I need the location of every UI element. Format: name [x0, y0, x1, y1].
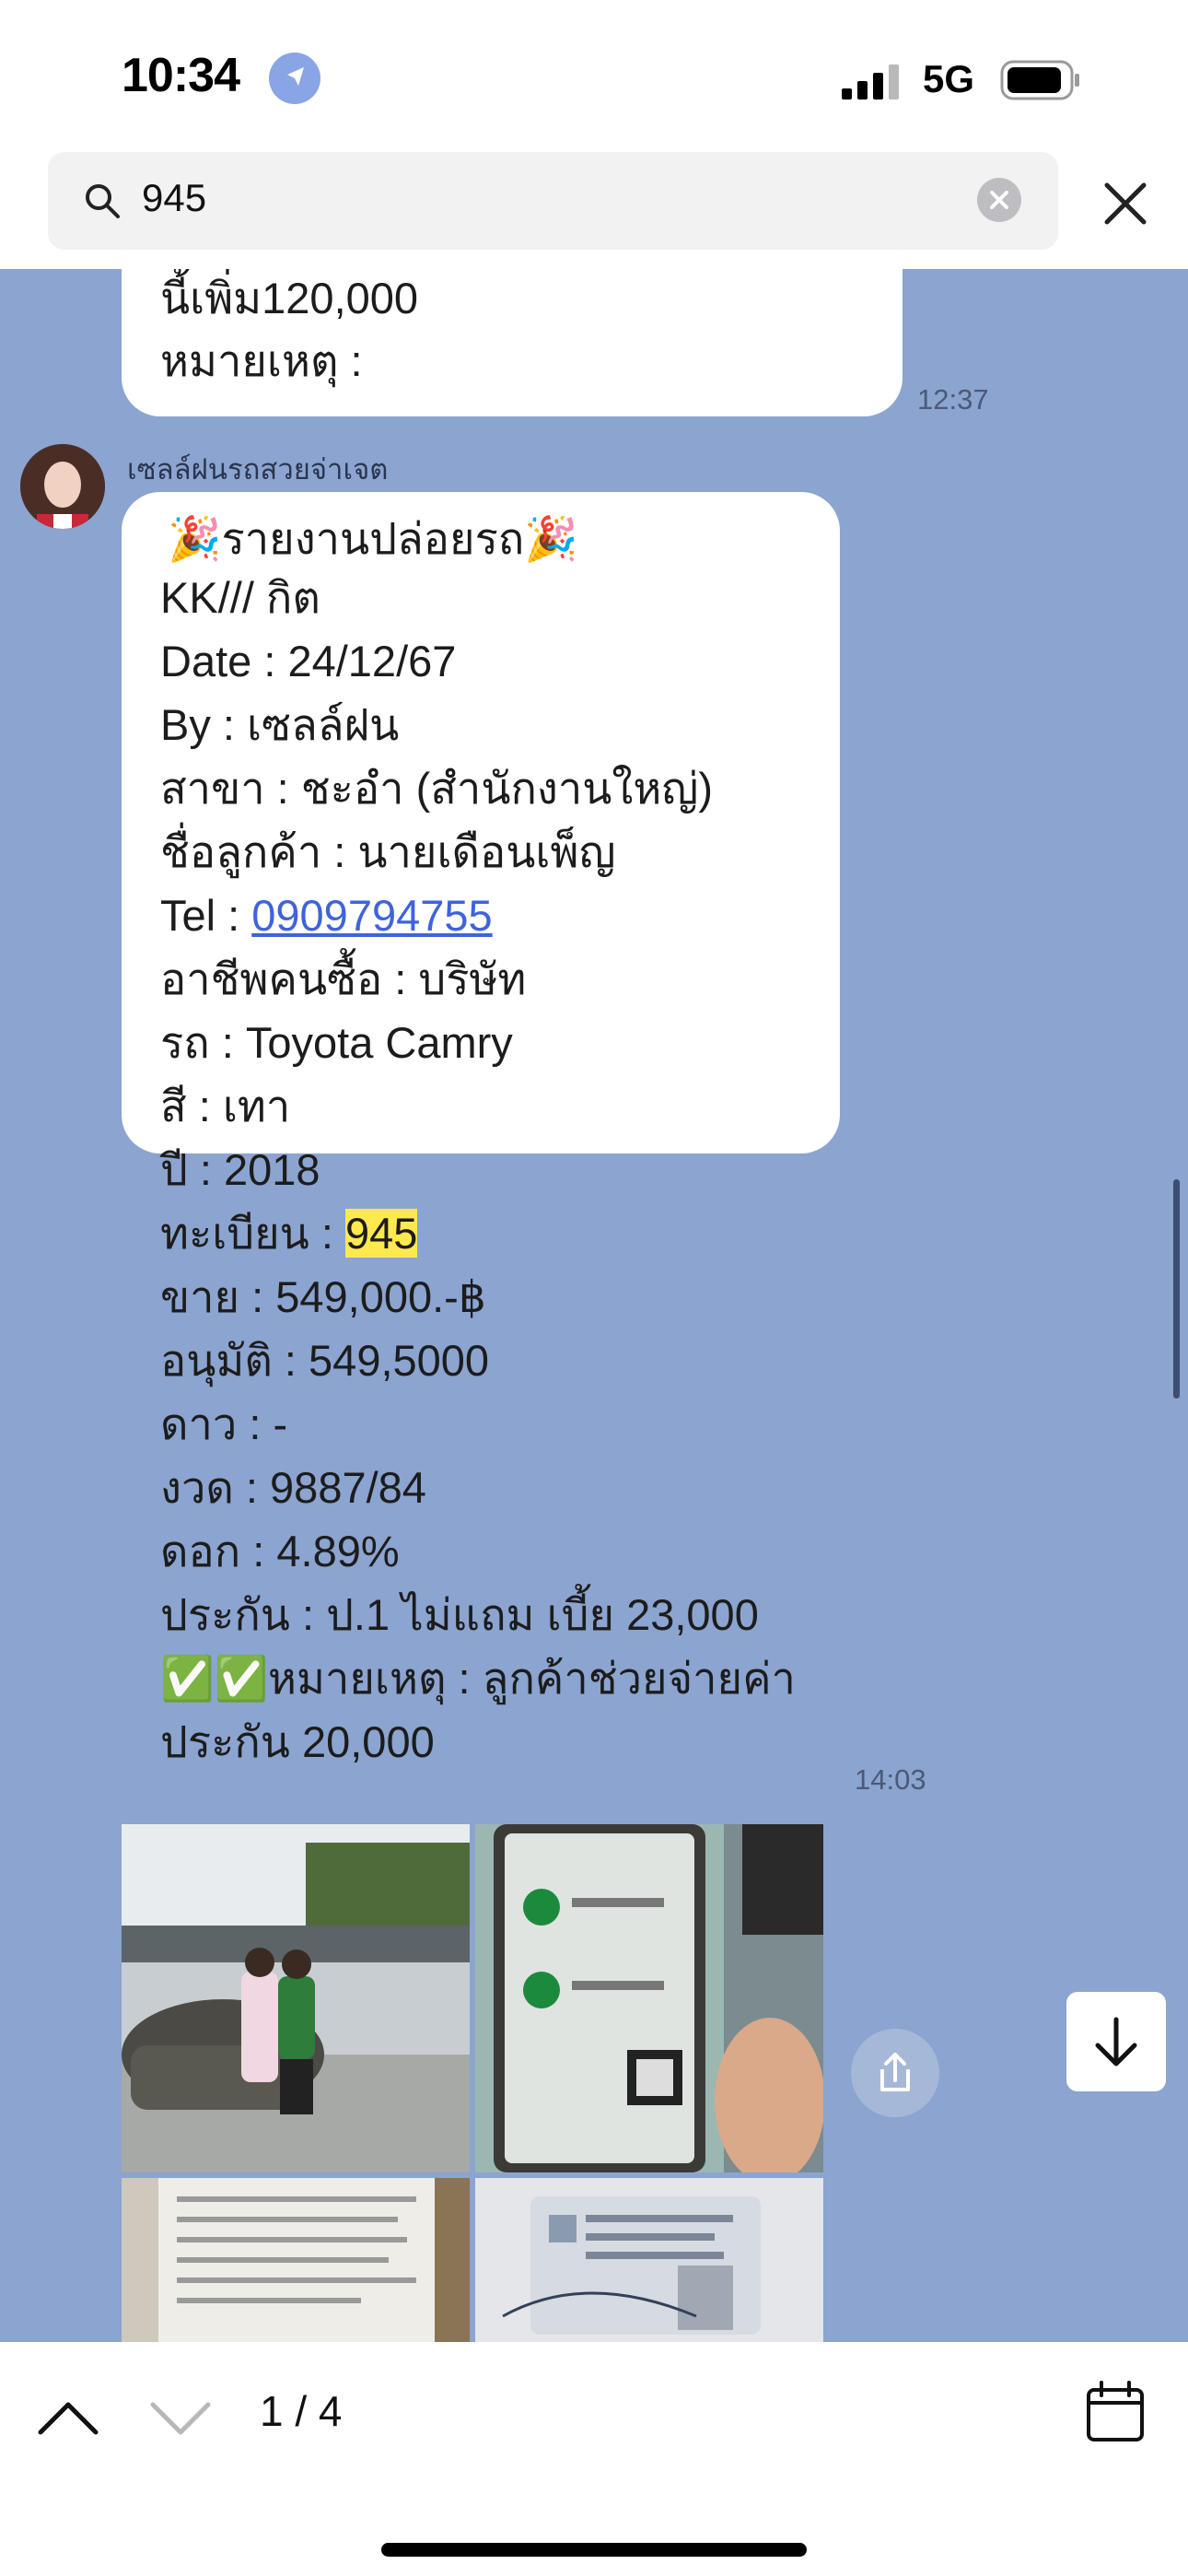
- close-icon[interactable]: [1098, 176, 1153, 231]
- status-bar: 10:34 5G: [0, 0, 1188, 152]
- report-line: ✅✅หมายเหตุ : ลูกค้าช่วยจ่ายค่า: [160, 1654, 796, 1703]
- report-line: ประกัน 20,000: [160, 1717, 435, 1766]
- message-text: หมายเหตุ :: [160, 336, 363, 385]
- search-icon: [86, 184, 120, 218]
- arrow-down-icon: [1095, 2017, 1137, 2067]
- location-arrow-icon: [269, 53, 320, 104]
- chevron-up-icon[interactable]: [35, 2395, 101, 2440]
- result-counter: 1 / 4: [260, 2387, 343, 2435]
- avatar[interactable]: [20, 444, 105, 529]
- phone-link[interactable]: 0909794755: [251, 891, 492, 940]
- report-line: ประกัน : ป.1 ไม่แถม เบี้ย 23,000: [160, 1590, 759, 1639]
- message-bubble[interactable]: นี้เพิ่ม120,000 หมายเหตุ :: [122, 269, 903, 416]
- photo-car-delivery[interactable]: [122, 1824, 470, 2172]
- report-line: รถ : Toyota Camry: [160, 1018, 513, 1067]
- report-line: งวด : 9887/84: [160, 1463, 426, 1512]
- report-line-plate: ทะเบียน : 945: [160, 1207, 418, 1260]
- scrollbar[interactable]: [1173, 1179, 1180, 1399]
- home-indicator: [381, 2543, 807, 2557]
- search-input[interactable]: 945: [48, 152, 1058, 250]
- report-line: อาชีพคนซื้อ : บริษัท: [160, 954, 527, 1003]
- search-navigation-bar: 1 / 4: [0, 2342, 1188, 2576]
- chevron-down-icon[interactable]: [147, 2395, 214, 2440]
- report-line: By : เซลล์ฝน: [160, 700, 400, 749]
- report-line: ดอก : 4.89%: [160, 1527, 400, 1575]
- sender-name: เซลล์ฝนรถสวยจ่าเจต: [127, 453, 389, 486]
- clear-search-icon[interactable]: [976, 177, 1022, 223]
- cellular-signal-icon: [842, 64, 899, 100]
- search-bar: 945: [0, 152, 1188, 269]
- report-line: ปี : 2018: [160, 1145, 320, 1194]
- message-time: 14:03: [855, 1763, 926, 1796]
- report-line: สาขา : ชะอำ (สำนักงานใหญ่): [160, 764, 714, 813]
- report-line: ชื่อลูกค้า : นายเดือนเพ็ญ: [160, 827, 616, 876]
- chat-area[interactable]: นี้เพิ่ม120,000 หมายเหตุ : 12:37 เซลล์ฝน…: [0, 269, 1188, 2342]
- report-line: KK/// กิต: [160, 573, 320, 622]
- report-line: อนุมัติ : 549,5000: [160, 1336, 490, 1385]
- search-highlight: 945: [344, 1209, 418, 1258]
- battery-icon: [1000, 60, 1079, 100]
- search-query: 945: [142, 176, 207, 219]
- report-line-tel: Tel : 0909794755: [160, 889, 493, 943]
- report-message-bubble[interactable]: 🎉รายงานปล่อยรถ🎉 KK/// กิต Date : 24/12/6…: [122, 492, 840, 1766]
- status-time: 10:34: [122, 49, 240, 102]
- photo-id-card[interactable]: [475, 2178, 823, 2342]
- tel-label: Tel :: [160, 891, 252, 940]
- report-line: ดาว : -: [160, 1399, 288, 1448]
- share-button[interactable]: [851, 2029, 939, 2117]
- report-title: 🎉รายงานปล่อยรถ🎉: [168, 514, 578, 563]
- report-line: Date : 24/12/67: [160, 637, 457, 685]
- message-text: นี้เพิ่ม120,000: [160, 274, 419, 322]
- share-icon: [880, 2053, 910, 2091]
- message-time: 12:37: [917, 383, 989, 416]
- scroll-to-bottom-button[interactable]: [1066, 1992, 1166, 2091]
- network-type: 5G: [923, 57, 975, 100]
- plate-label: ทะเบียน :: [160, 1209, 345, 1258]
- report-line: สี : เทา: [160, 1082, 291, 1130]
- photo-document[interactable]: [122, 2178, 470, 2342]
- calendar-icon[interactable]: [1085, 2381, 1146, 2443]
- report-line: ขาย : 549,000.-฿: [160, 1272, 486, 1321]
- photo-payment-slip[interactable]: [475, 1824, 823, 2172]
